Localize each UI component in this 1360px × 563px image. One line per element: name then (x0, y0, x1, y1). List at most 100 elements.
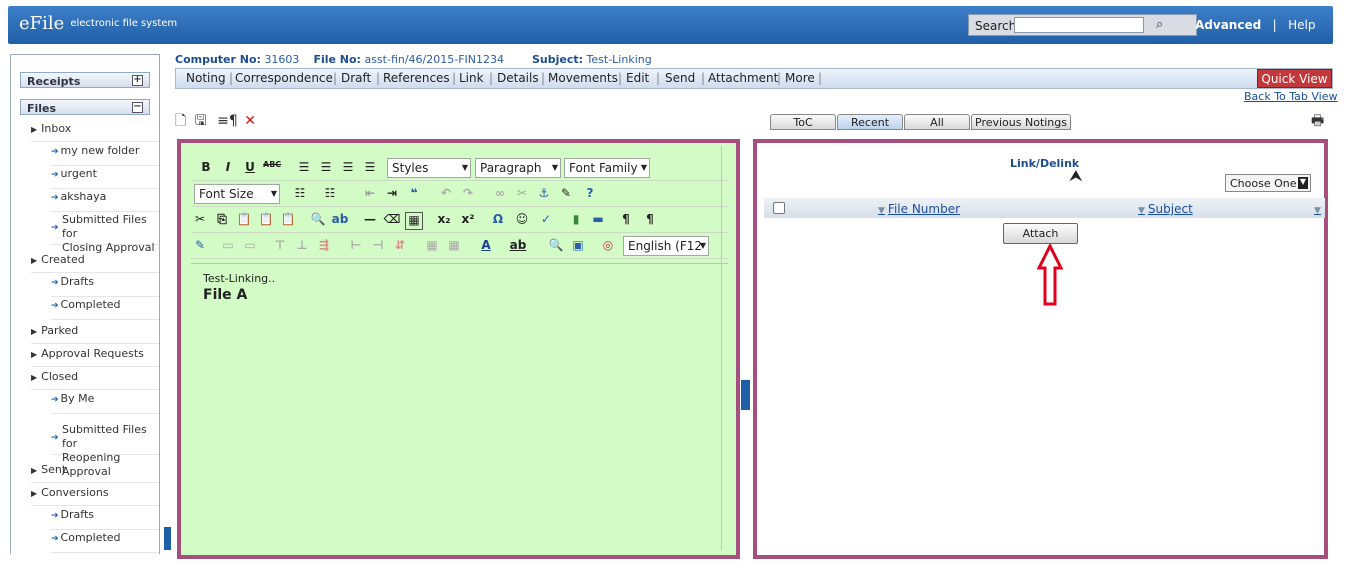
help-icon[interactable]: ? (581, 186, 599, 204)
attach-button[interactable]: Attach (1003, 223, 1078, 244)
table-row-icon[interactable]: ▭ (219, 238, 237, 256)
rtl-icon[interactable]: ¶ (641, 212, 659, 230)
font-color-icon[interactable]: A (477, 238, 495, 256)
paragraph-icon[interactable]: ≡¶ (217, 113, 238, 129)
receipts-section[interactable]: Receipts + (20, 72, 150, 88)
collapse-icon[interactable]: − (132, 102, 143, 113)
sidebar-item-created[interactable]: ▶ Created (31, 253, 159, 273)
replace-icon[interactable]: ab (331, 212, 349, 230)
file-number-column[interactable]: ▼ File Number (878, 202, 960, 216)
sidebar-item-parked[interactable]: ▶ Parked (31, 324, 159, 344)
highlight-icon[interactable]: ab (509, 238, 527, 256)
print-icon[interactable]: 🖶 (1311, 110, 1324, 134)
copy-icon[interactable]: ⎘ (213, 212, 231, 230)
redo-icon[interactable]: ↷ (459, 186, 477, 204)
tab-more[interactable]: More (785, 71, 815, 85)
font-family-select[interactable]: Font Family ▼ (564, 158, 650, 178)
media-icon[interactable]: ▮ (567, 212, 585, 230)
tab-all[interactable]: All (904, 114, 970, 130)
indent-icon[interactable]: ⇥ (383, 186, 401, 204)
tab-draft[interactable]: Draft (341, 71, 371, 85)
tab-correspondence[interactable]: Correspondence (235, 71, 333, 85)
italic-icon[interactable]: I (219, 160, 237, 178)
search-input[interactable] (1014, 17, 1144, 33)
fullscreen-icon[interactable]: ▣ (569, 238, 587, 256)
language-select[interactable]: English (F12 ▼ (623, 236, 709, 256)
tab-toc[interactable]: ToC (770, 114, 836, 130)
outdent-icon[interactable]: ⇤ (361, 186, 379, 204)
tab-noting[interactable]: Noting (186, 71, 226, 85)
insert-col-after-icon[interactable]: ⊣ (369, 238, 387, 256)
sidebar-item-inbox[interactable]: ▶ Inbox (31, 122, 159, 142)
save-icon[interactable]: 🖫 (195, 113, 207, 129)
lifebuoy-icon[interactable]: ◎ (599, 238, 617, 256)
table-col-icon[interactable]: ▭ (241, 238, 259, 256)
column-menu-icon[interactable]: ▼ (1314, 202, 1324, 216)
cleanup-icon[interactable]: ✎ (557, 186, 575, 204)
tab-send[interactable]: Send (665, 71, 695, 85)
insert-col-icon[interactable]: ⊢ (347, 238, 365, 256)
sidebar-item-completed[interactable]: ➔ Completed (51, 298, 159, 320)
tab-details[interactable]: Details (497, 71, 539, 85)
new-document-icon[interactable]: 🗋 (175, 113, 186, 129)
pane-splitter[interactable] (741, 380, 750, 410)
emoticon-icon[interactable]: ☺ (513, 212, 531, 230)
align-center-icon[interactable]: ☰ (317, 160, 335, 178)
sidebar-item-drafts[interactable]: ➔ Drafts (51, 275, 159, 297)
insert-row-icon[interactable]: ⊤ (271, 238, 289, 256)
sidebar-item-urgent[interactable]: ➔ urgent (51, 167, 159, 189)
app-logo[interactable]: eFile electronic file system (19, 13, 177, 34)
edit-icon[interactable]: ✎ (191, 238, 209, 256)
subject-column[interactable]: ▼ Subject (1138, 202, 1193, 216)
delete-icon[interactable]: ✕ (244, 113, 256, 129)
undo-icon[interactable]: ↶ (437, 186, 455, 204)
sidebar-item-conv-drafts[interactable]: ➔ Drafts (51, 508, 159, 530)
tab-link[interactable]: Link (459, 71, 484, 85)
find-icon[interactable]: 🔍 (309, 212, 327, 230)
sidebar-collapse-handle[interactable] (164, 527, 171, 550)
sidebar-item-approval-requests[interactable]: ▶ Approval Requests (31, 347, 159, 367)
bold-icon[interactable]: B (197, 160, 215, 178)
paragraph-select[interactable]: Paragraph ▼ (475, 158, 561, 178)
paste-text-icon[interactable]: 📋 (257, 212, 275, 230)
editor-scrollbar[interactable] (721, 146, 733, 550)
styles-select[interactable]: Styles ▼ (387, 158, 471, 178)
justify-icon[interactable]: ☰ (361, 160, 379, 178)
delete-row-icon[interactable]: ⇶ (315, 238, 333, 256)
tab-attachment[interactable]: Attachment (708, 71, 778, 85)
tab-previous-notings[interactable]: Previous Notings (971, 114, 1071, 130)
bullet-list-icon[interactable]: ☷ (291, 186, 309, 204)
sidebar-item-my-new-folder[interactable]: ➔ my new folder (51, 144, 159, 166)
advanced-link[interactable]: Advanced (1195, 18, 1261, 32)
horizontal-rule-icon[interactable]: — (361, 212, 379, 230)
expand-icon[interactable]: + (132, 75, 143, 86)
tab-edit[interactable]: Edit (626, 71, 649, 85)
files-section[interactable]: Files − (20, 99, 150, 115)
delete-col-icon[interactable]: ⇵ (391, 238, 409, 256)
ltr-icon[interactable]: ¶ (617, 212, 635, 230)
search-icon[interactable]: ⌕ (1156, 17, 1163, 32)
sidebar-item-closed[interactable]: ▶ Closed (31, 370, 159, 390)
spellcheck-icon[interactable]: ✓ (537, 212, 555, 230)
cut-icon[interactable]: ✂ (191, 212, 209, 230)
align-right-icon[interactable]: ☰ (339, 160, 357, 178)
sidebar-item-submitted-closing[interactable]: ➔ Submitted Files for Closing Approval (51, 213, 159, 254)
special-char-icon[interactable]: Ω (489, 212, 507, 230)
font-size-select[interactable]: Font Size ▼ (194, 184, 280, 204)
table-icon[interactable]: ▦ (405, 212, 423, 230)
insert-row-after-icon[interactable]: ⊥ (293, 238, 311, 256)
back-to-tab-view-link[interactable]: Back To Tab View (1244, 90, 1338, 103)
help-link[interactable]: Help (1288, 18, 1315, 32)
editor-content[interactable]: Test-Linking.. File A (191, 263, 728, 563)
strikethrough-icon[interactable]: ABC (263, 160, 281, 178)
select-all-checkbox[interactable] (773, 202, 785, 214)
align-left-icon[interactable]: ☰ (295, 160, 313, 178)
tab-movements[interactable]: Movements (548, 71, 618, 85)
sidebar-item-submitted-reopening[interactable]: ➔ Submitted Files for Reopening Approval (51, 423, 159, 478)
preview-icon[interactable]: 🔍 (547, 238, 565, 256)
sidebar-item-by-me[interactable]: ➔ By Me (51, 392, 159, 414)
quick-view-button[interactable]: Quick View (1257, 69, 1332, 88)
anchor-icon[interactable]: ⚓ (535, 186, 553, 204)
numbered-list-icon[interactable]: ☷ (321, 186, 339, 204)
sidebar-item-akshaya[interactable]: ➔ akshaya (51, 190, 159, 212)
